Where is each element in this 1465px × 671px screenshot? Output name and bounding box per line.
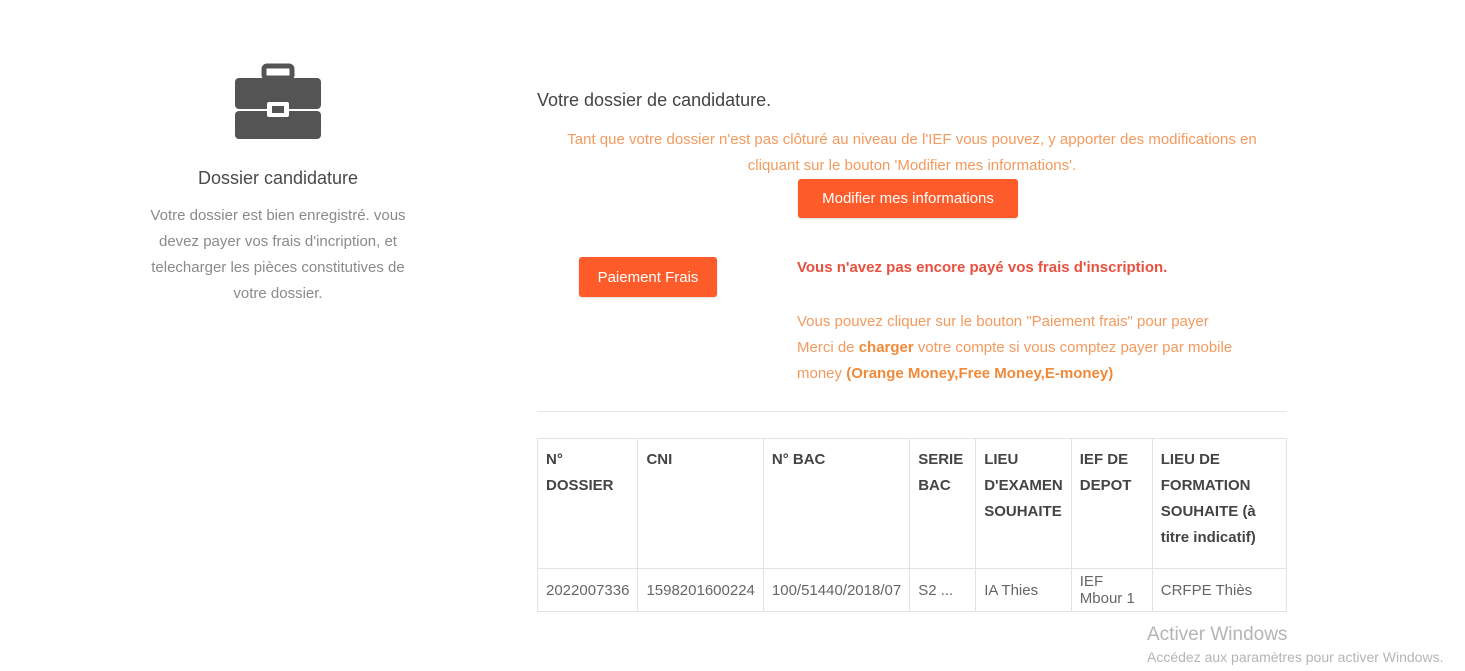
cell-ief-depot: IEF Mbour 1 — [1070, 568, 1153, 612]
left-panel: Dossier candidature Votre dossier est bi… — [138, 62, 418, 307]
modification-info-text: Tant que votre dossier n'est pas clôturé… — [567, 131, 1257, 174]
cell-cni: 1598201600224 — [637, 568, 764, 612]
dossier-table: N° DOSSIER CNI N° BAC SERIE BAC LIEU D'E… — [536, 438, 1288, 612]
payment-info-charger: charger — [858, 339, 914, 356]
payment-info-operators: (Orange Money,Free Money,E-money) — [846, 365, 1114, 382]
watermark-title: Activer Windows — [1147, 624, 1288, 645]
payment-fees-button[interactable]: Paiement Frais — [579, 257, 717, 297]
modify-info-button[interactable]: Modifier mes informations — [798, 179, 1018, 218]
cell-lieu-examen: IA Thies — [975, 568, 1072, 612]
windows-activation-watermark: Activer Windows Accédez aux paramètres p… — [1147, 624, 1443, 665]
cell-bac: 100/51440/2018/07 — [762, 568, 911, 612]
briefcase-icon — [235, 63, 321, 139]
divider — [537, 411, 1287, 412]
cell-lieu-formation: CRFPE Thiès — [1151, 568, 1288, 612]
cell-dossier: 2022007336 — [536, 568, 639, 612]
payment-info-line2: Merci de charger votre compte si vous co… — [797, 335, 1267, 387]
left-panel-description: Votre dossier est bien enregistré. vous … — [150, 207, 406, 302]
table-row: 2022007336 1598201600224 100/51440/2018/… — [536, 568, 1288, 612]
payment-warning-text: Vous n'avez pas encore payé vos frais d'… — [797, 259, 1168, 276]
column-header-serie-bac: SERIE BAC — [909, 438, 977, 569]
table-header-row: N° DOSSIER CNI N° BAC SERIE BAC LIEU D'E… — [536, 438, 1288, 569]
page-title: Votre dossier de candidature. — [537, 90, 772, 110]
payment-info-merci: Merci de — [797, 339, 859, 356]
watermark-subtitle: Accédez aux paramètres pour activer Wind… — [1147, 649, 1444, 665]
page: Dossier candidature Votre dossier est bi… — [0, 0, 1465, 671]
column-header-lieu-examen: LIEU D'EXAMEN SOUHAITE — [975, 438, 1072, 569]
column-header-bac: N° BAC — [762, 438, 911, 569]
payment-info-text: Vous pouvez cliquer sur le bouton "Paiem… — [797, 309, 1267, 387]
payment-info-line1: Vous pouvez cliquer sur le bouton "Paiem… — [797, 313, 1209, 330]
column-header-ief-depot: IEF DE DEPOT — [1070, 438, 1153, 569]
column-header-cni: CNI — [637, 438, 764, 569]
column-header-dossier: N° DOSSIER — [536, 438, 639, 569]
left-panel-title: Dossier candidature — [197, 168, 359, 188]
column-header-lieu-formation: LIEU DE FORMATION SOUHAITE (à titre indi… — [1151, 438, 1288, 569]
cell-serie-bac: S2 ... — [909, 568, 977, 612]
